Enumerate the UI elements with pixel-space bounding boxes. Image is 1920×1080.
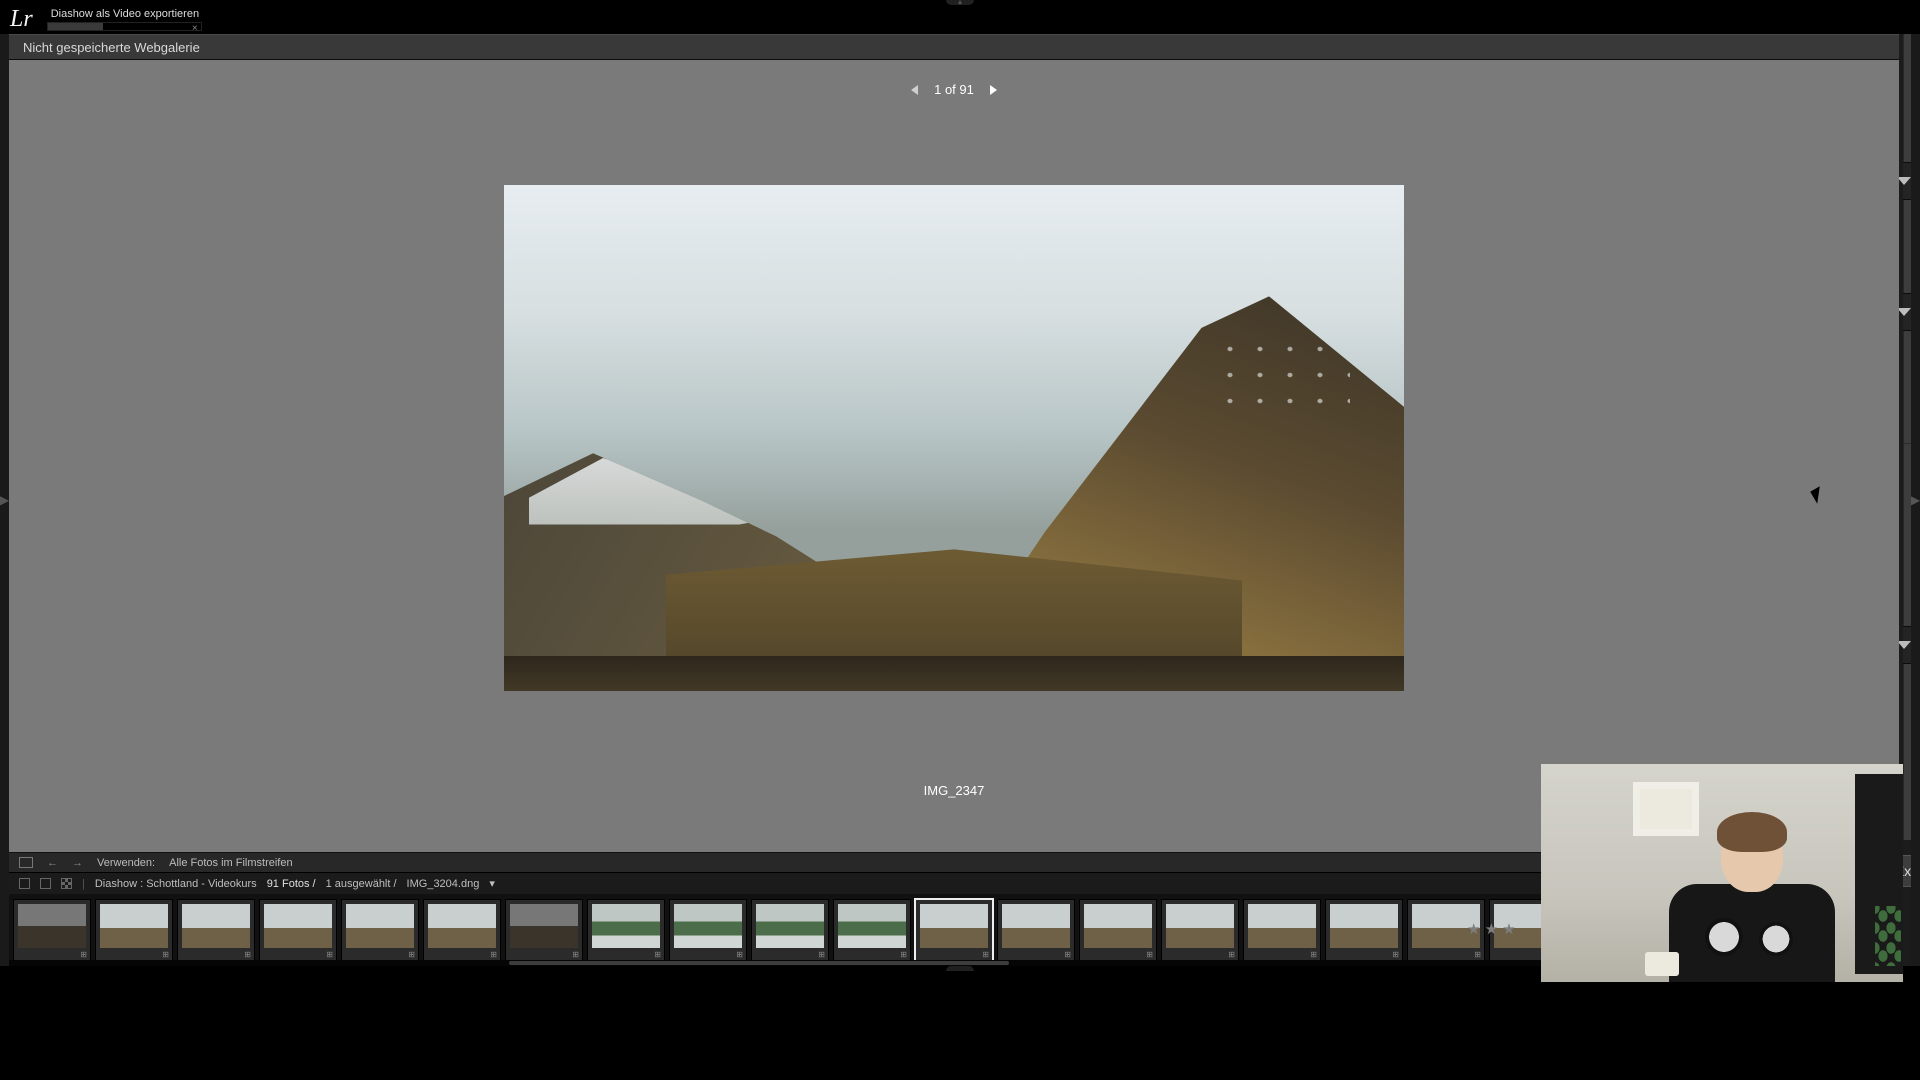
background-task-tab[interactable]: Diashow als Video exportieren × (47, 6, 203, 31)
filmstrip-thumb[interactable]: ⊞ (669, 899, 747, 961)
app-logo: Lr (0, 0, 47, 33)
filmstrip-thumb-selected[interactable]: ⊞ (915, 899, 993, 961)
top-panel-handle-icon[interactable]: ▴ (946, 0, 974, 5)
section-upload-header[interactable]: Einstellungen für das Hochladen (1903, 626, 1911, 664)
use-value[interactable]: Alle Fotos im Filmstreifen (169, 857, 292, 869)
task-close-icon[interactable]: × (192, 23, 198, 34)
filmstrip-thumb[interactable]: ⊞ (505, 899, 583, 961)
gallery-title-bar: Nicht gespeicherte Webgalerie (9, 34, 1899, 60)
filmstrip-thumb[interactable]: ⊞ (259, 899, 337, 961)
filmstrip-thumb[interactable]: ⊞ (1243, 899, 1321, 961)
preview-stage: 1 of 91 IMG_2347 (9, 60, 1899, 852)
photo-count: 91 Fotos / (267, 878, 316, 890)
filmstrip-thumb[interactable]: ⊞ (341, 899, 419, 961)
task-title: Diashow als Video exportieren (47, 6, 203, 22)
breadcrumb-caret-icon[interactable]: ▾ (489, 877, 495, 890)
rating-stars[interactable]: ★ ★ ★ (1467, 918, 1516, 940)
pager-next-icon[interactable] (990, 85, 999, 95)
filmstrip-thumb[interactable]: ⊞ (95, 899, 173, 961)
toolbar-next-icon[interactable]: → (72, 857, 83, 869)
grid-view-icon[interactable] (61, 878, 72, 889)
filmstrip-thumb[interactable]: ⊞ (751, 899, 829, 961)
webcam-overlay (1541, 764, 1903, 982)
layout-icon[interactable] (19, 857, 33, 868)
pager-text: 1 of 91 (934, 82, 974, 97)
section-output-header[interactable]: Ausgabeeinstellungen (1903, 293, 1911, 331)
primary-display-icon[interactable] (19, 878, 30, 889)
filmstrip-thumb[interactable]: ⊞ (997, 899, 1075, 961)
task-progress-bar: × (47, 22, 202, 31)
section-collapse-icon (1899, 641, 1911, 649)
left-panel-expand[interactable]: ▶ (0, 34, 9, 966)
filmstrip-thumb[interactable]: ⊞ (587, 899, 665, 961)
current-filename: IMG_3204.dng (407, 878, 480, 890)
selection-count: 1 ausgewählt / (326, 878, 397, 890)
pager-prev-icon[interactable] (909, 85, 918, 95)
pager: 1 of 91 (909, 82, 999, 97)
preview-caption: IMG_2347 (924, 783, 985, 798)
secondary-display-icon[interactable] (40, 878, 51, 889)
mouse-cursor-icon (1813, 488, 1827, 508)
filmstrip-thumb[interactable]: ⊞ (13, 899, 91, 961)
right-panel-collapse[interactable]: ▶ (1911, 34, 1920, 966)
section-image-info-header[interactable]: Bildinformationen (1903, 162, 1911, 200)
grip-icon (946, 966, 974, 971)
chevron-right-icon: ▶ (1911, 493, 1920, 507)
section-collapse-icon (1899, 308, 1911, 316)
use-label: Verwenden: (97, 857, 155, 869)
section-collapse-icon (1899, 177, 1911, 185)
toolbar-prev-icon[interactable]: ← (47, 857, 58, 869)
filmstrip-thumb[interactable]: ⊞ (1079, 899, 1157, 961)
chevron-right-icon: ▶ (0, 493, 9, 507)
preview-image (504, 185, 1404, 691)
breadcrumb[interactable]: Diashow : Schottland - Videokurs (95, 878, 257, 890)
filmstrip-thumb[interactable]: ⊞ (833, 899, 911, 961)
filmstrip-thumb[interactable]: ⊞ (1161, 899, 1239, 961)
filmstrip-thumb[interactable]: ⊞ (177, 899, 255, 961)
filmstrip-thumb[interactable]: ⊞ (423, 899, 501, 961)
filmstrip-thumb[interactable]: ⊞ (1325, 899, 1403, 961)
